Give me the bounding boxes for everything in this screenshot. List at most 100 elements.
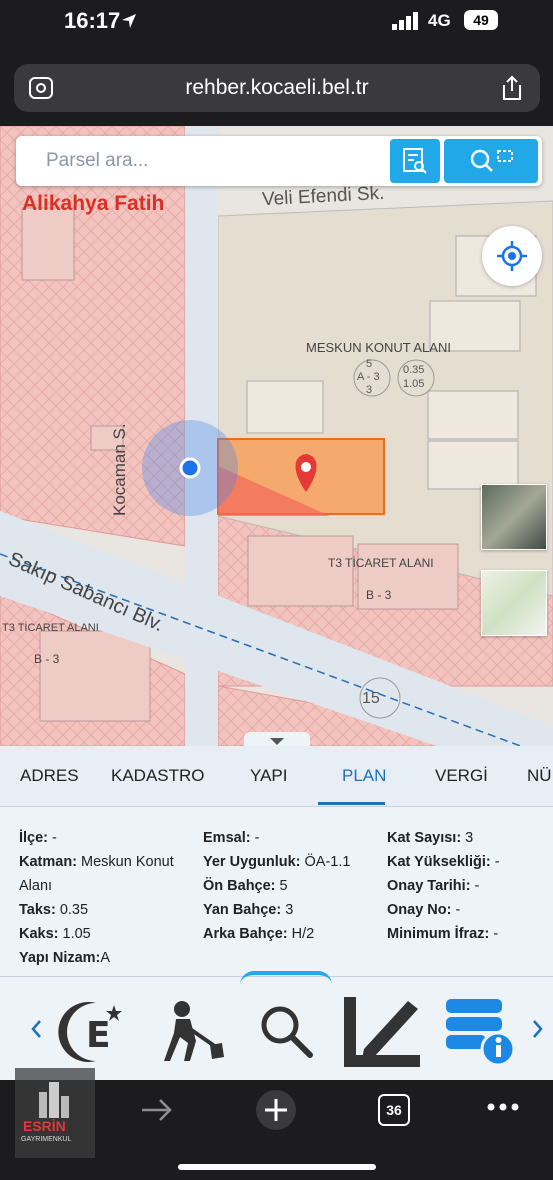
plan-field: Onay No: - [387,898,547,922]
plan-code-top: 5 [366,358,373,370]
building [427,440,519,490]
signal-icon [392,12,418,30]
status-time: 16:17 [64,8,121,33]
plan-field-key: Onay Tarihi: [387,878,471,894]
location-arrow-icon [122,14,136,28]
plan-field: Yan Bahçe: 3 [203,898,383,922]
plan-field-value: - [451,902,461,918]
watermark-brand: ESRİN [23,1118,66,1134]
bottom-toolbar: E [0,971,553,1081]
plan-field-value: 3 [461,830,474,846]
building [427,390,519,440]
plan-field: Katman: Meskun Konut [19,850,197,874]
active-tab-indicator [318,802,385,805]
svg-text:E: E [86,1015,111,1056]
map-layer-button[interactable] [481,570,547,636]
plan-field: Taks: 0.35 [19,898,197,922]
chevron-right-icon[interactable] [532,1019,544,1039]
chevron-down-icon [270,738,284,745]
zone-label-main: MESKUN KONUT ALANI [306,340,451,355]
tab-count-button[interactable]: 36 [378,1094,410,1126]
plan-field-key: Yer Uygunluk: [203,854,301,870]
construction-worker-icon[interactable] [160,999,226,1065]
ruler-pencil-icon[interactable] [342,993,422,1069]
plan-field-key: Ön Bahçe: [203,878,276,894]
map-view[interactable]: Alikahya Fatih Veli Efendi Sk. Kocaman S… [0,126,553,746]
badge-b3: B - 3 [366,588,392,602]
satellite-layer-button[interactable] [481,484,547,550]
plan-field-value: - [470,878,480,894]
database-info-icon[interactable] [444,995,516,1067]
active-tool-indicator [240,971,332,985]
panel-tabs: ADRES KADASTRO YAPI PLAN VERGİ NÜ [0,746,553,807]
plan-code-mid: A - 3 [357,371,380,383]
plan-field-key: Emsal: [203,830,251,846]
building [247,535,354,607]
search-input[interactable]: Parsel ara... [46,150,148,172]
ratio-bot: 1.05 [403,378,425,390]
more-options-icon[interactable] [487,1102,519,1112]
search-tool-icon[interactable] [258,1003,314,1059]
url-text[interactable]: rehber.kocaeli.bel.tr [14,76,540,100]
home-indicator [178,1164,376,1170]
map-canvas[interactable] [0,126,553,746]
address-bar[interactable]: rehber.kocaeli.bel.tr [14,64,540,112]
building [39,630,151,722]
new-tab-icon[interactable] [254,1088,298,1132]
plan-field-key: Kat Yüksekliği: [387,854,491,870]
plan-field: Kaks: 1.05 [19,922,197,946]
document-search-icon [403,148,427,174]
plan-field-value: - [48,830,57,846]
tab-plan[interactable]: PLAN [342,766,386,786]
zone-label-commercial-left: T3 TİCARET ALANI [2,622,99,634]
plan-field-key: Kat Sayısı: [387,830,462,846]
plan-field-value: Meskun Konut [77,854,174,870]
plan-field: Ön Bahçe: 5 [203,874,383,898]
document-search-button[interactable] [390,139,440,183]
plan-field-value: 5 [275,878,288,894]
plan-field-key: Yapı Nizam: [19,950,101,966]
plan-field-value: - [250,830,260,846]
plan-field-value: Alanı [19,878,53,894]
plan-field: Kat Sayısı: 3 [387,826,547,850]
tab-adres[interactable]: ADRES [20,766,79,786]
plan-field: Arka Bahçe: H/2 [203,922,383,946]
building [21,207,75,281]
plan-field: Kat Yüksekliği: - [387,850,547,874]
plan-field-key: Yan Bahçe: [203,902,282,918]
crescent-e-icon[interactable]: E [56,997,128,1065]
plan-code-bot: 3 [366,384,373,396]
battery-indicator: 49 [464,10,498,30]
watermark-sub: GAYRIMENKUL [21,1136,72,1143]
status-bar: 16:17 4G 49 [0,0,553,44]
tab-kadastro[interactable]: KADASTRO [111,766,205,786]
share-icon[interactable] [500,75,524,101]
plan-field-value: - [489,926,499,942]
plan-field-key: Onay No: [387,902,452,918]
plan-field: Yapı Nizam:A [19,946,197,970]
area-search-button[interactable] [444,139,538,183]
plan-field-key: Minimum İfraz: [387,926,490,942]
forward-arrow-icon[interactable] [140,1098,174,1122]
tab-yapi[interactable]: YAPI [250,766,287,786]
chevron-left-icon[interactable] [30,1019,42,1039]
my-location-button[interactable] [482,226,542,286]
street-label-left: Kocaman S. [110,423,129,516]
tab-vergi[interactable]: VERGİ [435,766,488,786]
owner-label: Alikahya Fatih [22,192,165,215]
plan-field: Yer Uygunluk: ÖA-1.1 [203,850,383,874]
watermark-logo: ESRİN GAYRIMENKUL [15,1068,95,1158]
plan-field-value: A [100,950,111,966]
ratio-top: 0.35 [403,364,425,376]
user-location-dot [179,457,201,479]
parcel-search-box: Parsel ara... [16,136,542,186]
plan-field-value: - [490,854,500,870]
speed-label: 15 [362,690,380,707]
building-logo-icon [39,1082,69,1118]
plan-field-value: 1.05 [58,926,91,942]
plan-col-3: Kat Sayısı: 3 Kat Yüksekliği: - Onay Tarih… [387,826,547,946]
plan-field-key: Katman: [19,854,78,870]
search-icon [470,149,513,172]
browser-toolbar: ESRİN GAYRIMENKUL 36 [0,1068,553,1180]
tab-nu[interactable]: NÜ [527,766,552,786]
